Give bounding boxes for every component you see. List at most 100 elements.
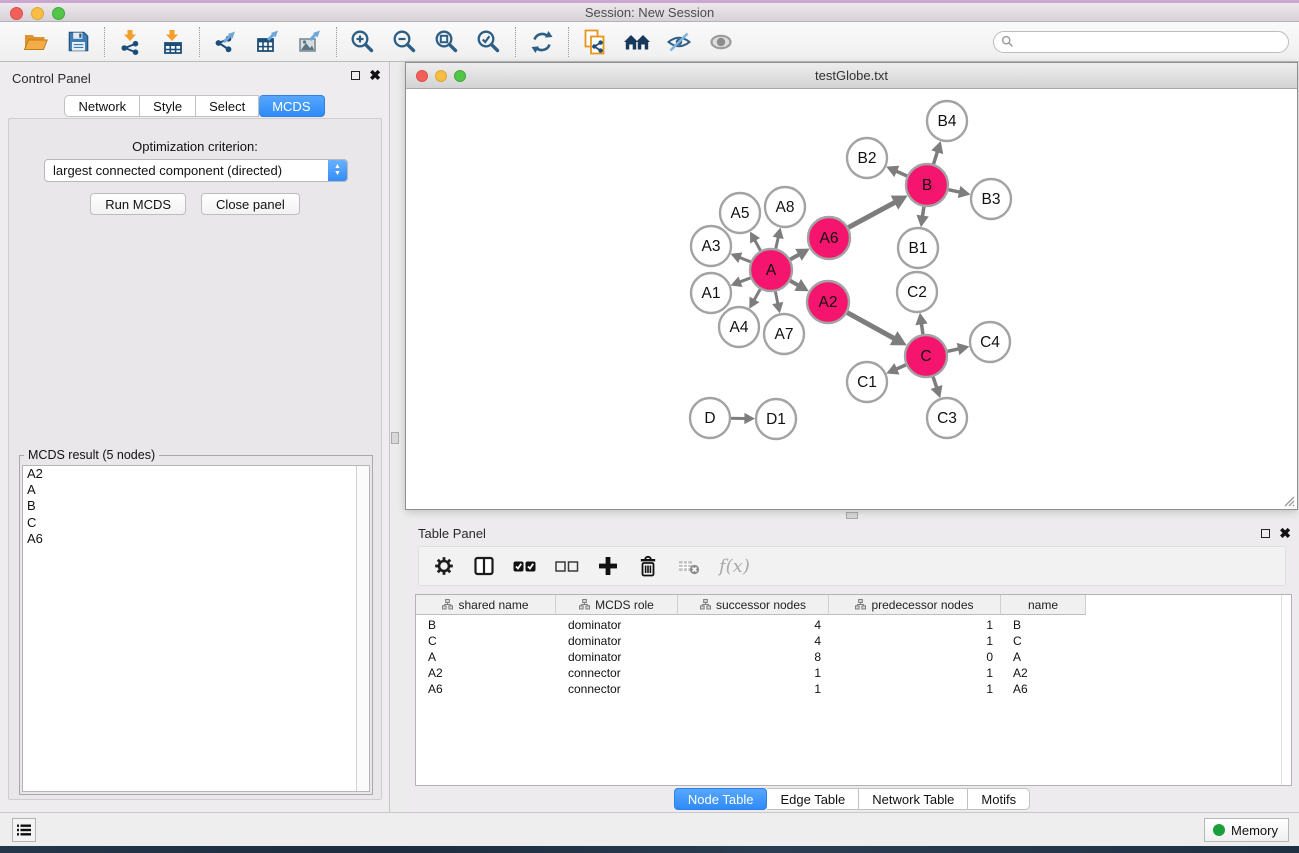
graph-node-A5[interactable]: A5 — [720, 193, 760, 233]
table-cell[interactable]: C — [416, 634, 556, 648]
table-cell[interactable]: A2 — [1001, 666, 1086, 680]
table-cell[interactable]: connector — [556, 682, 678, 696]
tab-style[interactable]: Style — [140, 95, 196, 117]
tab-edge-table[interactable]: Edge Table — [767, 788, 859, 810]
table-cell[interactable]: A — [1001, 650, 1086, 664]
delete-table-icon[interactable] — [677, 553, 701, 579]
table-cell[interactable]: 1 — [829, 682, 1001, 696]
table-cell[interactable]: connector — [556, 666, 678, 680]
graph-node-C1[interactable]: C1 — [847, 362, 887, 402]
minimize-network-window-icon[interactable] — [435, 70, 447, 82]
column-header-predecessor-nodes[interactable]: predecessor nodes — [829, 595, 1001, 615]
graph-edge-A-A6[interactable] — [788, 249, 810, 261]
delete-column-icon[interactable] — [637, 553, 659, 579]
graph-edge-B-B1[interactable] — [916, 204, 928, 227]
graph-edge-A-A3[interactable] — [730, 252, 753, 262]
float-panel-icon[interactable] — [351, 71, 360, 80]
search-input[interactable] — [1018, 33, 1288, 51]
graph-edge-A-A8[interactable] — [773, 227, 784, 251]
graph-node-D[interactable]: D — [690, 398, 730, 438]
import-table-icon[interactable] — [159, 28, 187, 56]
maximize-network-window-icon[interactable] — [454, 70, 466, 82]
new-network-from-selection-icon[interactable] — [581, 28, 609, 56]
mcds-result-list[interactable]: A2ABCA6 — [22, 465, 370, 792]
table-cell[interactable]: 1 — [678, 682, 829, 696]
graph-edge-A2-C[interactable] — [845, 311, 907, 345]
column-header-name[interactable]: name — [1001, 595, 1086, 615]
table-cell[interactable]: 1 — [678, 666, 829, 680]
export-network-icon[interactable] — [212, 28, 240, 56]
network-canvas[interactable]: B4B2BB3A8A5A6A3B1AC2A1A2A4A7C4CC1C3DD1 — [406, 89, 1297, 509]
table-cell[interactable]: dominator — [556, 634, 678, 648]
graph-node-B4[interactable]: B4 — [927, 101, 967, 141]
close-table-panel-icon[interactable]: ✖ — [1279, 528, 1291, 538]
column-header-successor-nodes[interactable]: successor nodes — [678, 595, 829, 615]
graph-edge-A-A4[interactable] — [749, 287, 761, 309]
column-header-shared-name[interactable]: shared name — [416, 595, 556, 615]
close-panel-icon[interactable]: ✖ — [369, 70, 381, 80]
node-table[interactable]: shared nameMCDS rolesuccessor nodesprede… — [415, 594, 1292, 786]
refresh-icon[interactable] — [528, 28, 556, 56]
table-row[interactable]: A6connector11A6 — [416, 681, 1086, 697]
graph-node-A8[interactable]: A8 — [765, 187, 805, 227]
graph-node-D1[interactable]: D1 — [756, 399, 796, 439]
graph-edge-C-C3[interactable] — [931, 374, 943, 398]
graph-node-A4[interactable]: A4 — [719, 307, 759, 347]
graph-node-A1[interactable]: A1 — [691, 273, 731, 313]
graph-edge-A-A5[interactable] — [750, 231, 762, 253]
graph-edge-A-A7[interactable] — [772, 289, 783, 314]
result-list-item[interactable]: C — [23, 515, 369, 531]
zoom-selected-icon[interactable] — [475, 28, 503, 56]
table-cell[interactable]: 4 — [678, 618, 829, 632]
table-cell[interactable]: 4 — [678, 634, 829, 648]
result-list-item[interactable]: B — [23, 498, 369, 514]
graph-node-B[interactable]: B — [906, 164, 948, 206]
horizontal-splitter-handle[interactable] — [846, 512, 858, 519]
column-header-MCDS-role[interactable]: MCDS role — [556, 595, 678, 615]
network-window-titlebar[interactable]: testGlobe.txt — [406, 63, 1297, 89]
graph-node-A7[interactable]: A7 — [764, 314, 804, 354]
table-cell[interactable]: dominator — [556, 618, 678, 632]
graph-node-A3[interactable]: A3 — [691, 226, 731, 266]
graph-edge-C-C1[interactable] — [886, 363, 908, 374]
zoom-in-icon[interactable] — [349, 28, 377, 56]
graph-node-B1[interactable]: B1 — [898, 228, 938, 268]
hide-selected-icon[interactable] — [665, 28, 693, 56]
add-column-icon[interactable] — [597, 553, 619, 579]
result-scrollbar[interactable] — [356, 466, 369, 791]
save-session-icon[interactable] — [64, 28, 92, 56]
vertical-splitter-handle[interactable] — [391, 432, 399, 444]
tab-node-table[interactable]: Node Table — [674, 788, 768, 810]
close-panel-button[interactable]: Close panel — [201, 193, 300, 215]
tab-select[interactable]: Select — [196, 95, 259, 117]
close-window-icon[interactable] — [10, 7, 23, 20]
graph-node-B3[interactable]: B3 — [971, 179, 1011, 219]
table-cell[interactable]: 1 — [829, 618, 1001, 632]
home-layout-icon[interactable] — [623, 28, 651, 56]
table-cell[interactable]: 1 — [829, 634, 1001, 648]
columns-icon[interactable] — [473, 553, 495, 579]
table-cell[interactable]: 8 — [678, 650, 829, 664]
tab-mcds[interactable]: MCDS — [259, 95, 324, 117]
search-field[interactable] — [993, 31, 1289, 53]
graph-node-B2[interactable]: B2 — [847, 138, 887, 178]
graph-node-A[interactable]: A — [750, 249, 792, 291]
table-cell[interactable]: 0 — [829, 650, 1001, 664]
optimization-criterion-dropdown[interactable]: largest connected component (directed) ▲… — [44, 159, 348, 182]
maximize-window-icon[interactable] — [52, 7, 65, 20]
minimize-window-icon[interactable] — [31, 7, 44, 20]
graph-edge-C-C2[interactable] — [915, 313, 927, 337]
graph-node-A2[interactable]: A2 — [807, 281, 849, 323]
table-cell[interactable]: A6 — [1001, 682, 1086, 696]
table-row[interactable]: Bdominator41B — [416, 617, 1086, 633]
graph-edge-B-B4[interactable] — [931, 141, 943, 167]
deselect-all-icon[interactable] — [555, 553, 579, 579]
table-scrollbar-track[interactable] — [1281, 595, 1282, 785]
float-table-panel-icon[interactable] — [1261, 529, 1270, 538]
show-all-icon[interactable] — [707, 28, 735, 56]
result-list-item[interactable]: A2 — [23, 466, 369, 482]
table-row[interactable]: A2connector11A2 — [416, 665, 1086, 681]
settings-gear-icon[interactable] — [433, 553, 455, 579]
table-cell[interactable]: A2 — [416, 666, 556, 680]
select-all-icon[interactable] — [513, 553, 537, 579]
